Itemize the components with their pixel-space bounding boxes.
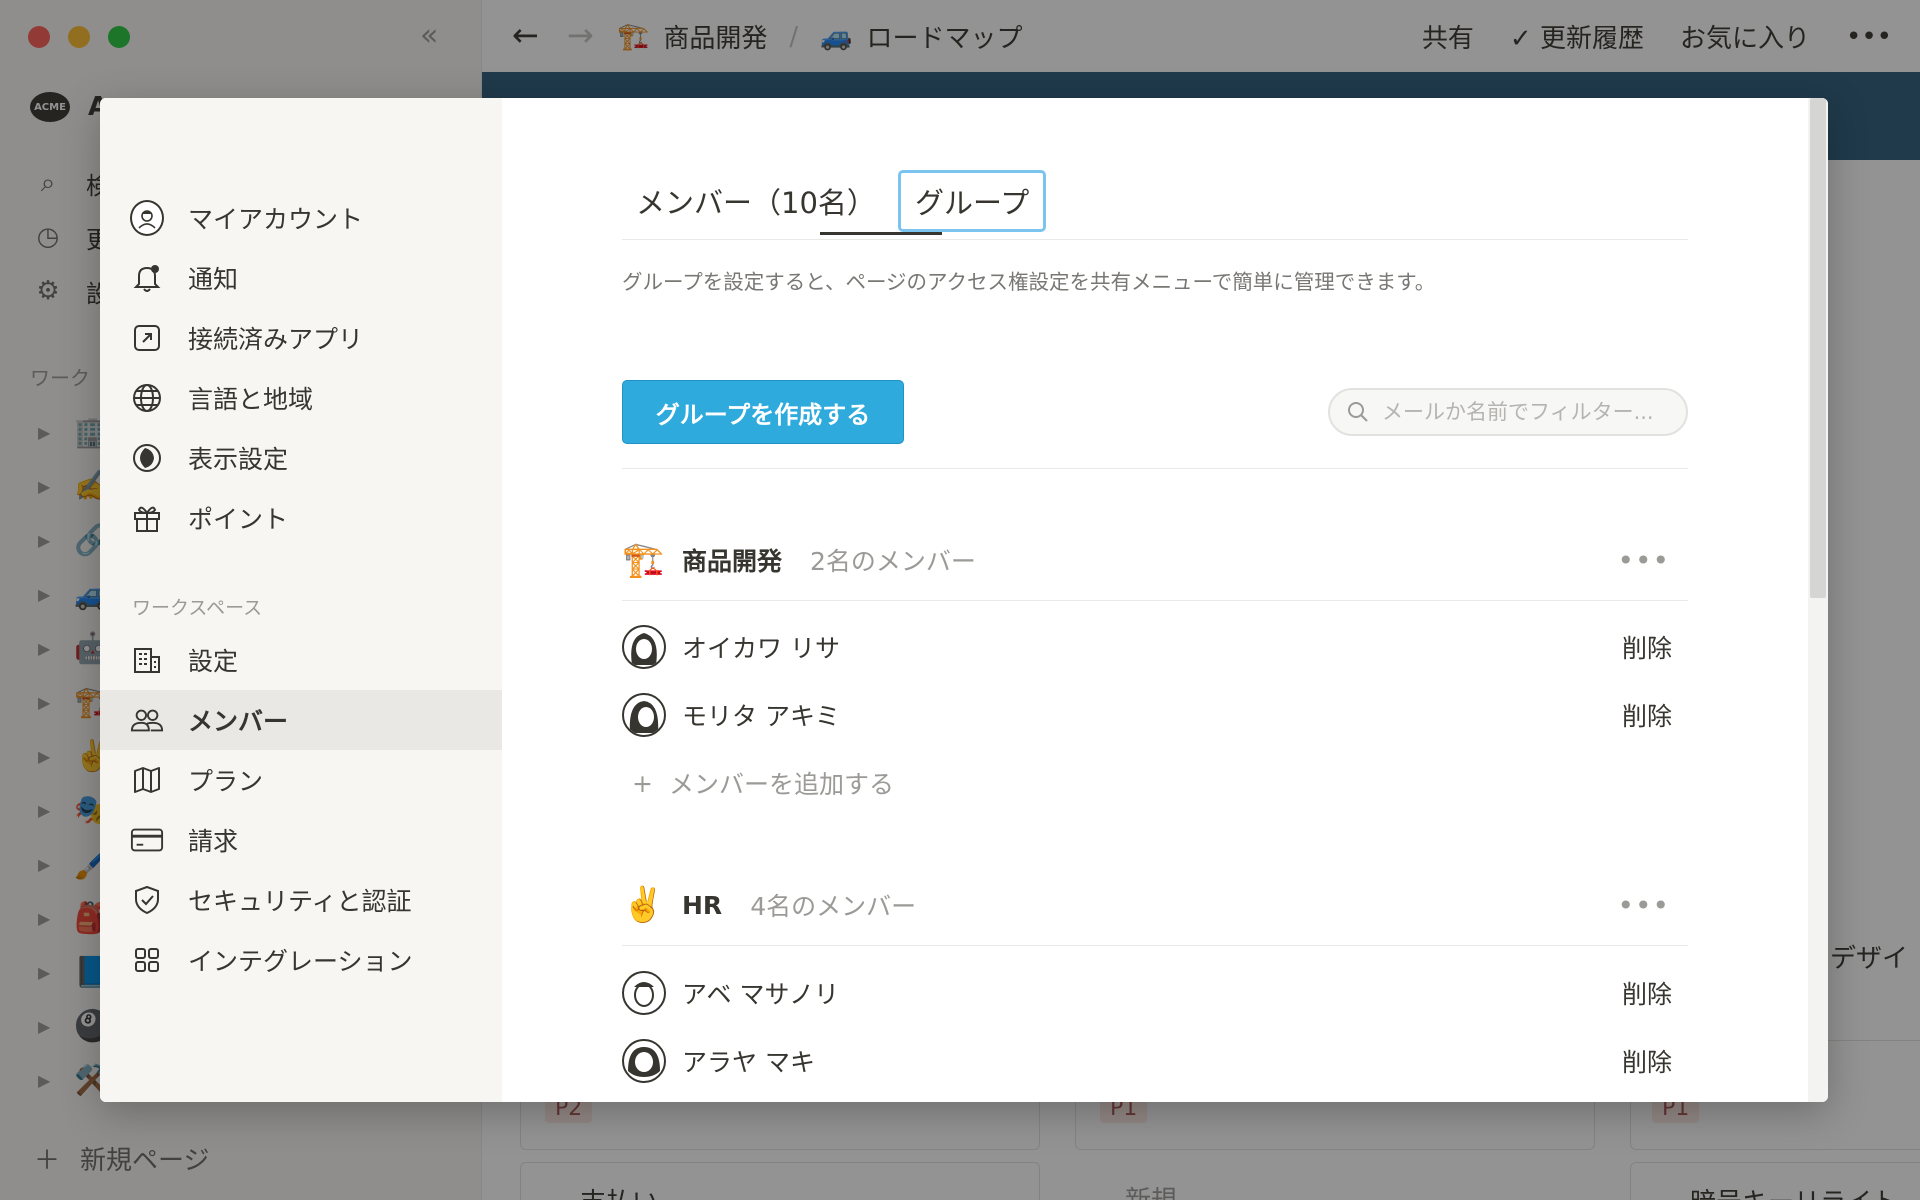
member-name: オイカワ リサ [682, 634, 840, 663]
scrollbar-thumb[interactable] [1810, 98, 1826, 598]
divider [622, 945, 1688, 946]
member-avatar [622, 625, 666, 669]
member-avatar [622, 1039, 666, 1083]
settings-content: メンバー（10名） グループ グループを設定すると、ページのアクセス権設定を共有… [502, 98, 1828, 1102]
group-member-row: アベ マサノリ 削除 [622, 962, 1688, 1024]
settings-item-points[interactable]: ポイント [100, 488, 502, 548]
map-icon [130, 763, 164, 797]
settings-item-label: プラン [188, 767, 264, 796]
settings-item-notifications[interactable]: 通知 [100, 248, 502, 308]
search-icon [1348, 402, 1368, 422]
settings-item-label: 通知 [188, 265, 239, 294]
group-name: HR [682, 890, 723, 920]
group-more-icon[interactable]: ••• [1617, 544, 1670, 577]
group-header: ✌️ HR 4名のメンバー ••• [622, 875, 1688, 935]
settings-nav: マイアカウント 通知 接続済みアプリ 言語と地域 表示設定 ポイント ワークスペ… [100, 188, 502, 990]
settings-item-appearance[interactable]: 表示設定 [100, 428, 502, 488]
scrollbar-track[interactable] [1808, 98, 1828, 1102]
group-member-row: モリタ アキミ 削除 [622, 684, 1688, 746]
bell-icon [130, 261, 164, 295]
settings-item-label: マイアカウント [188, 205, 364, 234]
settings-item-label: 設定 [188, 647, 239, 676]
member-avatar [622, 693, 666, 737]
divider [622, 468, 1688, 469]
building-icon [130, 643, 164, 677]
globe-icon [130, 381, 164, 415]
moon-icon [130, 441, 164, 475]
shield-icon [130, 883, 164, 917]
settings-item-label: メンバー [188, 707, 289, 736]
member-avatar [622, 971, 666, 1015]
group-member-row: オイカワ リサ 削除 [622, 616, 1688, 678]
settings-item-security[interactable]: セキュリティと認証 [100, 870, 502, 930]
member-name: アラヤ マキ [682, 1048, 815, 1077]
external-link-icon [130, 321, 164, 355]
group-name: 商品開発 [682, 547, 783, 576]
active-tab-indicator [820, 232, 942, 235]
group-member-row: アラヤ マキ 削除 [622, 1030, 1688, 1092]
groups-description: グループを設定すると、ページのアクセス権設定を共有メニューで簡単に管理できます。 [622, 270, 1436, 294]
member-name: アベ マサノリ [682, 980, 839, 1009]
group-header: 🏗️ 商品開発 2名のメンバー ••• [622, 530, 1688, 590]
settings-item-label: 言語と地域 [188, 385, 314, 414]
remove-member-button[interactable]: 削除 [1622, 697, 1672, 733]
settings-sidebar: マイアカウント 通知 接続済みアプリ 言語と地域 表示設定 ポイント ワークスペ… [100, 98, 502, 1102]
settings-item-label: 接続済みアプリ [188, 325, 364, 354]
settings-item-label: ポイント [188, 505, 289, 534]
add-member-label: メンバーを追加する [668, 770, 894, 799]
people-icon [130, 703, 164, 737]
credit-card-icon [130, 823, 164, 857]
settings-item-label: インテグレーション [188, 947, 413, 976]
tab-groups[interactable]: グループ [898, 170, 1047, 232]
settings-item-integrations[interactable]: インテグレーション [100, 930, 502, 990]
settings-item-language-region[interactable]: 言語と地域 [100, 368, 502, 428]
group-more-icon[interactable]: ••• [1617, 889, 1670, 922]
settings-item-plans[interactable]: プラン [100, 750, 502, 810]
remove-member-button[interactable]: 削除 [1622, 629, 1672, 665]
create-group-button[interactable]: グループを作成する [622, 380, 904, 444]
tab-members[interactable]: メンバー（10名） [622, 170, 890, 232]
settings-item-label: 表示設定 [188, 445, 289, 474]
group-emoji: 🏗️ [622, 540, 665, 580]
gift-icon [130, 501, 164, 535]
add-member-button[interactable]: + メンバーを追加する [632, 758, 1032, 808]
settings-item-label: 請求 [188, 827, 239, 856]
members-tabs: メンバー（10名） グループ [622, 170, 1688, 240]
member-filter-search[interactable] [1328, 388, 1688, 436]
remove-member-button[interactable]: 削除 [1622, 1043, 1672, 1079]
settings-item-members[interactable]: メンバー [100, 690, 502, 750]
group-emoji: ✌️ [622, 885, 665, 925]
plus-icon: + [632, 768, 653, 798]
grid-icon [130, 943, 164, 977]
settings-item-label: セキュリティと認証 [188, 887, 412, 916]
group-member-count: 2名のメンバー [810, 547, 976, 576]
settings-item-connected-apps[interactable]: 接続済みアプリ [100, 308, 502, 368]
settings-item-billing[interactable]: 請求 [100, 810, 502, 870]
settings-item-my-account[interactable]: マイアカウント [100, 188, 502, 248]
search-input[interactable] [1382, 400, 1662, 424]
group-member-count: 4名のメンバー [750, 892, 917, 921]
remove-member-button[interactable]: 削除 [1622, 975, 1672, 1011]
member-name: モリタ アキミ [682, 702, 840, 731]
settings-modal: マイアカウント 通知 接続済みアプリ 言語と地域 表示設定 ポイント ワークスペ… [100, 98, 1828, 1102]
workspace-section-label: ワークスペース [132, 597, 263, 619]
divider [622, 600, 1688, 601]
settings-item-settings[interactable]: 設定 [100, 630, 502, 690]
avatar-icon [130, 200, 164, 236]
